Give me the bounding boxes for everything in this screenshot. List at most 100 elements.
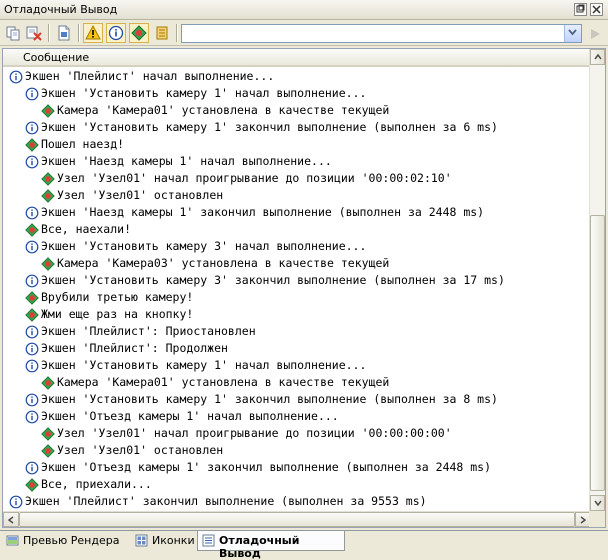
message-icon xyxy=(25,290,39,305)
message-text: Все, наехали! xyxy=(41,222,132,236)
info-icon xyxy=(25,358,39,373)
message-icon xyxy=(131,25,147,41)
info-icon xyxy=(25,239,39,254)
clear-button[interactable] xyxy=(24,23,44,43)
icons-grid-icon xyxy=(135,534,148,547)
copy-icon xyxy=(6,26,20,41)
info-icon xyxy=(25,120,39,135)
message-text: Экшен 'Установить камеру 1' начал выполн… xyxy=(41,358,367,372)
message-text: Все, приехали... xyxy=(41,477,152,491)
save-button[interactable] xyxy=(54,23,74,43)
vertical-scroll-thumb[interactable] xyxy=(590,215,605,491)
panel-tabs: Превью Рендера Иконки Отладочный Вывод xyxy=(0,530,608,560)
message-text: Экшен 'Плейлист' начал выполнение... xyxy=(25,69,275,83)
scroll-up-button[interactable] xyxy=(590,49,605,65)
info-icon xyxy=(9,69,23,84)
message-text: Экшен 'Наезд камеры 1' начал выполнение.… xyxy=(41,154,332,168)
info-icon xyxy=(25,273,39,288)
apply-filter-button[interactable] xyxy=(588,26,602,40)
message-text: Пошел наезд! xyxy=(41,137,125,151)
tab-icons[interactable]: Иконки xyxy=(131,531,197,551)
message-icon xyxy=(41,256,55,271)
restore-icon xyxy=(576,4,585,13)
filter-dropdown-button[interactable] xyxy=(564,25,581,42)
message-text: Экшен 'Отъезд камеры 1' начал выполнение… xyxy=(41,409,339,423)
message-text: Узел 'Узел01' остановлен xyxy=(57,188,224,202)
tab-label: Отладочный Вывод xyxy=(219,534,300,560)
message-icon xyxy=(41,443,55,458)
message-icon xyxy=(25,222,39,237)
debug-output-panel: Сообщение Экшен 'Плейлист' начал выполне… xyxy=(2,48,606,528)
column-header-message[interactable]: Сообщение xyxy=(3,49,591,67)
message-icon xyxy=(41,426,55,441)
chevron-down-icon xyxy=(594,500,602,506)
window-title: Отладочный Вывод xyxy=(4,3,118,16)
info-icon xyxy=(25,409,39,424)
message-icon xyxy=(41,188,55,203)
vertical-scrollbar[interactable] xyxy=(589,49,605,511)
debug-output-icon xyxy=(202,534,215,547)
message-text: Камера 'Камера01' установлена в качестве… xyxy=(57,375,390,389)
message-text: Камера 'Камера01' установлена в качестве… xyxy=(57,103,390,117)
scroll-left-button[interactable] xyxy=(3,512,19,527)
chevron-right-icon xyxy=(580,516,586,524)
info-icon xyxy=(25,154,39,169)
column-header-label: Сообщение xyxy=(23,51,90,64)
message-icon xyxy=(25,477,39,492)
message-text: Узел 'Узел01' остановлен xyxy=(57,443,224,457)
filter-warnings-toggle[interactable] xyxy=(83,23,103,43)
info-icon xyxy=(25,324,39,339)
close-icon xyxy=(592,5,601,14)
message-text: Экшен 'Установить камеру 1' закончил вып… xyxy=(41,392,498,406)
info-icon xyxy=(25,86,39,101)
tab-render-preview[interactable]: Превью Рендера xyxy=(2,531,128,551)
message-list: Экшен 'Плейлист' начал выполнение... Экше… xyxy=(3,68,591,511)
message-text: Экшен 'Установить камеру 3' закончил вып… xyxy=(41,273,505,287)
message-text: Экшен 'Отъезд камеры 1' закончил выполне… xyxy=(41,460,492,474)
filter-log-toggle[interactable] xyxy=(152,23,172,43)
message-text: Экшен 'Плейлист': Приостановлен xyxy=(41,324,256,338)
scroll-down-button[interactable] xyxy=(590,495,605,511)
info-icon xyxy=(25,205,39,220)
window-title-bar: Отладочный Вывод xyxy=(0,0,608,20)
render-preview-icon xyxy=(6,535,19,546)
info-icon xyxy=(9,494,23,509)
message-text: Экшен 'Установить камеру 1' начал выполн… xyxy=(41,86,367,100)
horizontal-scroll-thumb[interactable] xyxy=(19,512,575,527)
toolbar-separator xyxy=(176,24,178,42)
info-icon xyxy=(25,392,39,407)
filter-info-toggle[interactable] xyxy=(106,23,126,43)
message-text: Экшен 'Плейлист': Продолжен xyxy=(41,341,228,355)
info-icon xyxy=(25,341,39,356)
tab-label: Иконки xyxy=(152,534,195,547)
filter-messages-toggle[interactable] xyxy=(129,23,149,43)
copy-button[interactable] xyxy=(3,23,23,43)
message-icon xyxy=(25,307,39,322)
restore-button[interactable] xyxy=(574,3,587,16)
info-icon xyxy=(108,25,124,41)
tab-label: Превью Рендера xyxy=(23,534,120,547)
filter-combobox[interactable] xyxy=(181,24,582,43)
message-text: Узел 'Узел01' начал проигрывание до пози… xyxy=(57,171,452,185)
message-icon xyxy=(41,103,55,118)
toolbar-separator xyxy=(78,24,80,42)
message-text: Экшен 'Плейлист' закончил выполнение (вы… xyxy=(25,494,427,508)
message-text: Экшен 'Установить камеру 1' закончил вып… xyxy=(41,120,498,134)
clear-icon xyxy=(26,26,42,41)
info-icon xyxy=(25,460,39,475)
tab-debug-output[interactable]: Отладочный Вывод xyxy=(197,531,345,560)
scrollbar-corner xyxy=(589,511,605,527)
message-icon xyxy=(25,137,39,152)
message-text: Экшен 'Установить камеру 3' начал выполн… xyxy=(41,239,367,253)
message-icon xyxy=(41,375,55,390)
scroll-log-icon xyxy=(156,26,168,40)
message-text: Узел 'Узел01' начал проигрывание до пози… xyxy=(57,426,452,440)
warning-icon xyxy=(85,25,101,40)
message-text: Врубили третью камеру! xyxy=(41,290,194,304)
message-icon xyxy=(41,171,55,186)
horizontal-scrollbar[interactable] xyxy=(3,511,591,527)
message-text: Камера 'Камера03' установлена в качестве… xyxy=(57,256,390,270)
message-text: Экшен 'Наезд камеры 1' закончил выполнен… xyxy=(41,205,485,219)
close-button[interactable] xyxy=(590,3,603,16)
message-text: Жми еще раз на кнопку! xyxy=(41,307,194,321)
